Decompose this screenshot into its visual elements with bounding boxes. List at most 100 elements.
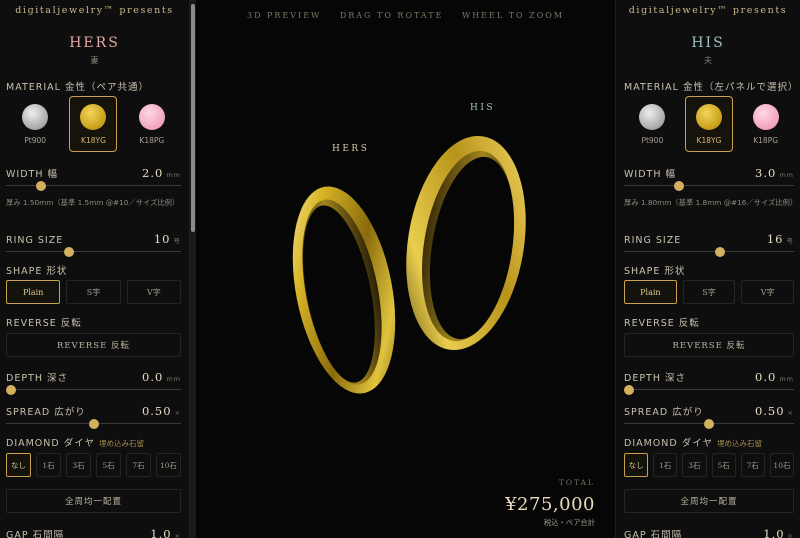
depth-value: 0.0 [142, 370, 164, 384]
brand-label: digitaljewelry™ presents [628, 5, 788, 16]
diamond-option-1[interactable]: 1石 [36, 453, 61, 477]
width-row: WIDTH 幅 3.0 mm [624, 166, 794, 180]
uniform-layout-button[interactable]: 全周均一配置 [6, 489, 181, 513]
depth-slider[interactable] [6, 385, 181, 395]
ring-3d-preview[interactable]: 3D PREVIEW DRAG TO ROTATE WHEEL TO ZOOM [196, 0, 615, 538]
shape-option-s[interactable]: S字 [66, 280, 121, 304]
slider-track [624, 185, 794, 186]
slider-handle[interactable] [624, 385, 634, 395]
shape-option-plain[interactable]: Plain [624, 280, 677, 304]
spread-label: SPREAD 広がり [6, 407, 86, 418]
material-option-k18pg[interactable]: K18PG [742, 96, 790, 152]
his-ring-label: HIS [470, 103, 496, 113]
slider-handle[interactable] [63, 247, 74, 257]
brand-label: digitaljewelry™ presents [15, 5, 174, 16]
material-option-k18pg[interactable]: K18PG [128, 96, 176, 152]
scrollbar-thumb[interactable] [191, 4, 195, 232]
reverse-button[interactable]: REVERSE 反転 [6, 333, 181, 357]
material-name: Pt900 [641, 136, 664, 145]
slider-track [6, 251, 181, 252]
size-value: 10 [153, 232, 171, 246]
size-unit: 号 [173, 237, 181, 245]
width-note: 厚み 1.80mm（基準 1.8mm @#16／サイズ比例） [624, 198, 798, 207]
total-value: ¥275,000 [505, 494, 595, 515]
shape-option-v[interactable]: V字 [741, 280, 795, 304]
material-option-k18yg[interactable]: K18YG [69, 96, 118, 152]
size-row: RING SIZE 10 号 [6, 232, 181, 246]
spread-slider[interactable] [6, 419, 181, 429]
diamond-label-row: DIAMOND ダイヤ 埋め込み石留 [6, 435, 181, 449]
shape-selector: Plain S字 V字 [624, 280, 795, 304]
spread-row: SPREAD 広がり 0.50 × [6, 404, 181, 418]
width-slider[interactable] [624, 181, 794, 191]
width-unit: mm [166, 171, 181, 179]
his-panel: digitaljewelry™ presents HIS 夫 MATERIAL … [615, 0, 800, 538]
size-row: RING SIZE 16 号 [624, 232, 794, 246]
material-label: MATERIAL 金性（左パネルで選択） [624, 82, 799, 93]
diamond-option-3[interactable]: 3石 [682, 453, 707, 477]
slider-handle[interactable] [35, 181, 46, 191]
diamond-option-none[interactable]: なし [6, 453, 31, 477]
gap-value: 1.0 [763, 527, 785, 538]
diamond-option-10[interactable]: 10石 [156, 453, 181, 477]
size-unit: 号 [786, 237, 794, 245]
diamond-option-1[interactable]: 1石 [653, 453, 678, 477]
slider-handle[interactable] [6, 385, 16, 395]
his-subtitle: 夫 [704, 56, 712, 65]
slider-handle[interactable] [673, 181, 684, 191]
material-name: K18PG [139, 136, 165, 145]
diamond-option-3[interactable]: 3石 [66, 453, 91, 477]
shape-label: SHAPE 形状 [6, 266, 68, 277]
width-value-display: 3.0 mm [755, 166, 794, 180]
reverse-button[interactable]: REVERSE 反転 [624, 333, 794, 357]
slider-handle[interactable] [715, 247, 726, 257]
yellow-gold-swatch-icon [80, 104, 107, 130]
size-value: 16 [766, 232, 784, 246]
shape-selector: Plain S字 V字 [6, 280, 181, 304]
slider-handle[interactable] [88, 419, 99, 429]
diamond-option-7[interactable]: 7石 [126, 453, 151, 477]
slider-track [624, 389, 794, 390]
depth-row: DEPTH 深さ 0.0 mm [6, 370, 181, 384]
hers-panel: digitaljewelry™ presents HERS 妻 MATERIAL… [0, 0, 190, 538]
shape-option-v[interactable]: V字 [126, 280, 181, 304]
material-name: K18YG [696, 136, 722, 145]
width-value-display: 2.0 mm [142, 166, 181, 180]
spread-value-display: 0.50 × [755, 404, 794, 418]
material-option-k18yg[interactable]: K18YG [684, 96, 733, 152]
diamond-option-none[interactable]: なし [624, 453, 649, 477]
diamond-option-5[interactable]: 5石 [96, 453, 121, 477]
size-label: RING SIZE [624, 235, 682, 246]
his-ring [406, 135, 526, 351]
spread-value-display: 0.50 × [142, 404, 181, 418]
depth-value-display: 0.0 mm [142, 370, 181, 384]
shape-option-s[interactable]: S字 [682, 280, 736, 304]
depth-slider[interactable] [624, 385, 794, 395]
size-slider[interactable] [624, 247, 794, 257]
width-slider[interactable] [6, 181, 181, 191]
spread-unit: × [787, 409, 794, 417]
spread-label: SPREAD 広がり [624, 407, 704, 418]
size-label: RING SIZE [6, 235, 64, 246]
uniform-layout-button[interactable]: 全周均一配置 [624, 489, 794, 513]
shape-option-plain[interactable]: Plain [6, 280, 61, 304]
material-option-pt900[interactable]: Pt900 [11, 96, 59, 152]
gap-value: 1.0 [150, 527, 172, 538]
diamond-label: DIAMOND ダイヤ [624, 438, 713, 449]
diamond-count-selector: なし 1石 3石 5石 7石 10石 [624, 453, 795, 477]
slider-handle[interactable] [704, 419, 714, 429]
hers-ring-label: HERS [332, 144, 370, 154]
spread-value: 0.50 [754, 404, 785, 418]
material-option-pt900[interactable]: Pt900 [628, 96, 676, 152]
hers-ring [292, 186, 396, 394]
diamond-option-10[interactable]: 10石 [769, 453, 795, 477]
size-value-display: 10 号 [154, 232, 181, 246]
size-slider[interactable] [6, 247, 181, 257]
diamond-option-5[interactable]: 5石 [711, 453, 736, 477]
hers-title: HERS [69, 35, 120, 51]
diamond-option-7[interactable]: 7石 [740, 453, 765, 477]
diamond-hint: 埋め込み石留 [98, 439, 144, 448]
spread-slider[interactable] [624, 419, 794, 429]
total-label: TOTAL [558, 478, 595, 487]
gap-label: GAP 石間隔 [624, 530, 683, 538]
